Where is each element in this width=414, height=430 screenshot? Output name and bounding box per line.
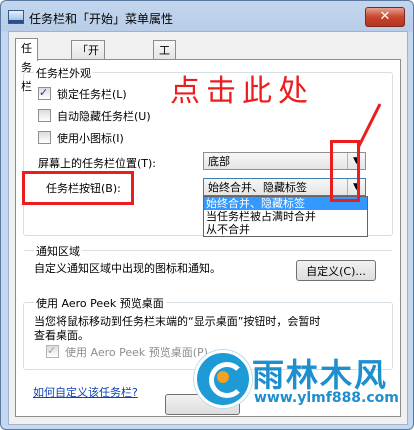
watermark-url: www.ylmf888.com [254,390,399,406]
ylmf-logo-icon [194,350,252,408]
taskbar-app-icon [8,10,24,24]
checkbox-box[interactable] [38,109,51,122]
highlight-buttons-label-box [22,171,134,205]
notification-legend: 通知区域 [34,243,82,259]
buttons-dropdown-list: 始终合并、隐藏标签 当任务栏被占满时合并 从不合并 [203,196,368,237]
appearance-legend: 任务栏外观 [34,65,93,81]
position-label: 屏幕上的任务栏位置(T): [38,157,157,170]
notification-description: 自定义通知区域中出现的图标和通知。 [34,262,221,275]
checkbox-box [46,343,59,359]
small-icons-checkbox[interactable]: 使用小图标(I) [38,131,124,147]
aero-peek-legend: 使用 Aero Peek 预览桌面 [34,295,166,311]
window-title: 任务栏和「开始」菜单属性 [29,12,174,26]
help-link[interactable]: 如何自定义该任务栏? [33,384,138,400]
customize-button[interactable]: 自定义(C)... [296,260,376,281]
checkbox-box[interactable] [38,131,51,144]
dropdown-option[interactable]: 当任务栏被占满时合并 [204,210,367,223]
tab-start-menu[interactable]: 「开始」菜单 [71,40,105,95]
aero-peek-description-2: 查看桌面。 [34,329,89,342]
auto-hide-checkbox[interactable]: 自动隐藏任务栏(U) [38,109,151,125]
dropdown-option[interactable]: 从不合并 [204,223,367,236]
tab-taskbar[interactable]: 任务栏 [15,38,38,93]
title-bar[interactable]: 任务栏和「开始」菜单属性 ✕ [1,1,413,31]
aero-peek-checkbox: 使用 Aero Peek 预览桌面(P) [46,343,208,361]
close-button[interactable]: ✕ [365,7,405,27]
tab-toolbars[interactable]: 工具栏 [153,40,176,95]
lock-taskbar-checkbox[interactable]: 锁定任务栏(L) [38,85,127,103]
checkbox-box[interactable] [38,85,51,101]
click-here-annotation: 点击此处 [170,74,314,109]
highlight-dropdown-arrow-box [330,140,360,202]
arrow-line [356,103,382,149]
